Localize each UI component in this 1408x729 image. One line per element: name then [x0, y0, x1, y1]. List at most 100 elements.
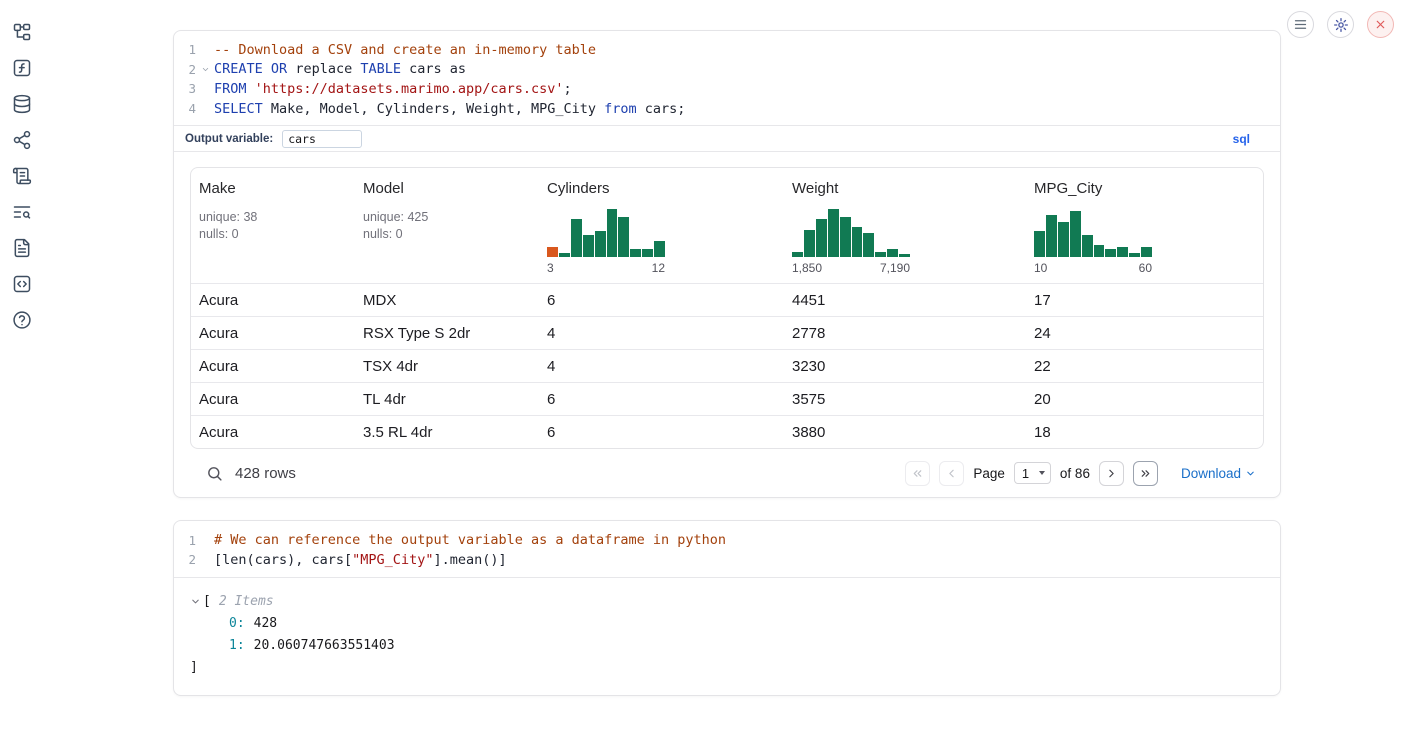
column-name: Make [199, 180, 347, 197]
histogram-bar [1070, 211, 1081, 257]
histogram-bar [1034, 231, 1045, 257]
table-cell: TSX 4dr [355, 358, 539, 375]
scratchpad-icon[interactable] [12, 166, 32, 186]
shutdown-button[interactable] [1367, 11, 1394, 38]
table-row[interactable]: AcuraRSX Type S 2dr4277824 [191, 316, 1263, 349]
column-name: Cylinders [547, 180, 776, 197]
histogram-bar [792, 252, 803, 257]
fold-toggle-icon[interactable] [196, 65, 214, 74]
search-icon[interactable] [206, 465, 223, 482]
code-text: FROM 'https://datasets.marimo.app/cars.c… [214, 81, 572, 97]
next-page-button[interactable] [1099, 461, 1124, 486]
column-header[interactable]: Make unique: 38nulls: 0 [191, 168, 355, 283]
page-total: of 86 [1060, 466, 1090, 481]
line-number: 3 [174, 81, 196, 96]
histogram-bar [816, 219, 827, 257]
histogram-bar [1094, 245, 1105, 257]
histogram-bar [547, 247, 558, 257]
code-text: SELECT Make, Model, Cylinders, Weight, M… [214, 101, 685, 117]
table-cell: RSX Type S 2dr [355, 325, 539, 342]
tree-root-line: [2 Items [174, 591, 1280, 613]
page-select-wrap: 1 [1014, 462, 1051, 484]
documentation-icon[interactable] [12, 238, 32, 258]
tree-key: 1: [229, 635, 245, 657]
language-badge[interactable]: sql [1233, 132, 1250, 146]
table-cell: 3880 [784, 424, 1026, 441]
open-bracket: [ [203, 591, 211, 613]
first-page-button[interactable] [905, 461, 930, 486]
tree-key: 0: [229, 613, 245, 635]
histogram-axis: 1,8507,190 [792, 261, 910, 275]
page-select[interactable]: 1 [1014, 462, 1051, 484]
row-count: 428 rows [235, 465, 296, 482]
output-variable-input[interactable] [282, 130, 362, 148]
notebook: 1 -- Download a CSV and create an in-memo… [173, 30, 1281, 696]
table-cell: 24 [1026, 325, 1263, 342]
column-header[interactable]: Weight 1,8507,190 [784, 168, 1026, 283]
table-row[interactable]: AcuraTL 4dr6357520 [191, 382, 1263, 415]
code-text: -- Download a CSV and create an in-memor… [214, 42, 596, 58]
dependency-graph-icon[interactable] [12, 130, 32, 150]
line-number: 1 [174, 42, 196, 57]
download-button[interactable]: Download [1181, 466, 1256, 481]
data-table: Make unique: 38nulls: 0Modelunique: 425nu… [190, 167, 1264, 449]
histogram-bar [828, 209, 839, 257]
snippets-icon[interactable] [12, 274, 32, 294]
chevron-left-icon [945, 467, 958, 480]
help-icon[interactable] [12, 310, 32, 330]
chevron-down-icon [1245, 468, 1256, 479]
table-cell: 6 [539, 292, 784, 309]
logs-icon[interactable] [12, 202, 32, 222]
column-header[interactable]: Cylinders 312 [539, 168, 784, 283]
chevrons-left-icon [911, 467, 924, 480]
tree-value: 20.060747663551403 [254, 635, 395, 657]
table-row[interactable]: AcuraTSX 4dr4323022 [191, 349, 1263, 382]
column-name: Model [363, 180, 531, 197]
code-line: 3 FROM 'https://datasets.marimo.app/cars.… [174, 79, 1280, 99]
function-icon[interactable] [12, 58, 32, 78]
table-cell: 4451 [784, 292, 1026, 309]
database-icon[interactable] [12, 94, 32, 114]
cell-output: Make unique: 38nulls: 0Modelunique: 425nu… [174, 152, 1280, 497]
menu-button[interactable] [1287, 11, 1314, 38]
histogram-bar [654, 241, 665, 257]
histogram-bar [852, 227, 863, 257]
histogram-bar [1129, 253, 1140, 257]
close-bracket: ] [174, 657, 1280, 679]
table-cell: TL 4dr [355, 391, 539, 408]
table-row[interactable]: Acura3.5 RL 4dr6388018 [191, 415, 1263, 448]
column-name: Weight [792, 180, 1018, 197]
histogram-axis: 312 [547, 261, 665, 275]
settings-button[interactable] [1327, 11, 1354, 38]
line-number: 1 [174, 533, 196, 548]
download-label: Download [1181, 466, 1241, 481]
table-cell: Acura [191, 292, 355, 309]
histogram-bar [804, 230, 815, 257]
code-line: 1 -- Download a CSV and create an in-memo… [174, 40, 1280, 60]
python-code-editor[interactable]: 1# We can reference the output variable … [174, 521, 1280, 576]
table-footer: 428 rows Page 1 of 86 [190, 449, 1264, 497]
column-stats: unique: 38nulls: 0 [199, 209, 347, 243]
histogram-bars [1034, 207, 1152, 257]
collapse-icon[interactable] [190, 596, 201, 607]
sidebar [0, 0, 44, 330]
last-page-button[interactable] [1133, 461, 1158, 486]
sql-code-editor[interactable]: 1 -- Download a CSV and create an in-memo… [174, 31, 1280, 125]
axis-min: 1,850 [792, 261, 822, 275]
column-header[interactable]: MPG_City1060 [1026, 168, 1263, 283]
histogram-bar [1046, 215, 1057, 257]
code-text: CREATE OR replace TABLE cars as [214, 61, 466, 77]
histogram-bar [642, 249, 653, 257]
table-cell: 6 [539, 424, 784, 441]
file-tree-icon[interactable] [12, 22, 32, 42]
histogram-bar [840, 217, 851, 257]
table-row[interactable]: AcuraMDX6445117 [191, 283, 1263, 316]
table-cell: Acura [191, 391, 355, 408]
chevron-right-icon [1105, 467, 1118, 480]
histogram-bars [547, 207, 665, 257]
column-header[interactable]: Modelunique: 425nulls: 0 [355, 168, 539, 283]
table-cell: 17 [1026, 292, 1263, 309]
prev-page-button[interactable] [939, 461, 964, 486]
histogram-bar [607, 209, 618, 257]
axis-min: 3 [547, 261, 554, 275]
